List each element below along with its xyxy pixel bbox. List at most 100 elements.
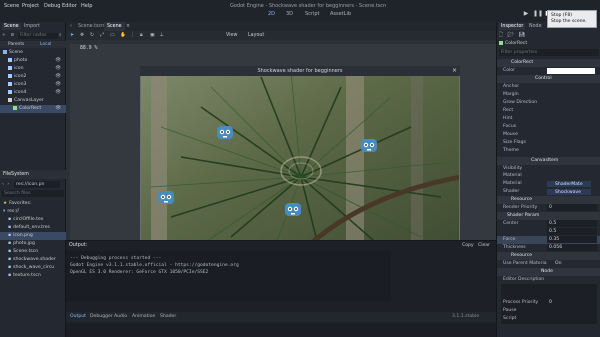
save-resource-icon[interactable]: 💾︎ <box>519 32 525 38</box>
pause-icon[interactable]: ❚❚ <box>533 10 543 18</box>
link-icon[interactable]: ⊘ <box>10 33 14 38</box>
layout-menu[interactable]: Layout <box>248 31 264 40</box>
view-menu[interactable]: View <box>226 31 237 40</box>
fs-file[interactable]: ▪ texture.tscn <box>0 272 66 280</box>
scene-tree-row[interactable]: icon 👁︎ <box>0 65 66 73</box>
prev-tab-icon[interactable]: ‹ <box>70 22 72 31</box>
visibility-eye-icon[interactable]: 👁︎ <box>55 58 61 63</box>
scale-tool-icon[interactable]: ⤢ <box>100 31 104 40</box>
property-filter-input[interactable]: Filter properties <box>499 49 599 56</box>
load-resource-icon[interactable]: 📂︎ <box>508 32 514 38</box>
forward-icon[interactable]: › <box>7 182 9 187</box>
workspace-3d[interactable]: 3D <box>286 11 293 17</box>
scene-filter-input[interactable]: Filter nodes <box>18 33 58 39</box>
bottom-tab-audio[interactable]: Audio <box>114 314 127 319</box>
scene-tree-row[interactable]: photo 👁︎ <box>0 57 66 65</box>
tab-scene-tscn[interactable]: Scene.tscn <box>78 22 104 31</box>
snap-icon[interactable]: ⋮ <box>130 31 135 40</box>
tab-scene-active[interactable]: Scene <box>104 22 125 31</box>
fs-file[interactable]: ▪ photo.jpg <box>0 240 66 248</box>
group-icon[interactable]: ▣ <box>150 31 155 40</box>
scene-tree-row[interactable]: CanvasLayer <box>0 97 66 105</box>
tab-import[interactable]: Import <box>22 23 42 30</box>
fs-file[interactable]: ▪ shockwave.shader <box>0 256 66 264</box>
section-resource-2[interactable]: Resource <box>497 252 600 260</box>
material-resource[interactable]: ShaderMate <box>547 181 591 187</box>
lock-icon[interactable]: 🔒︎ <box>140 31 143 40</box>
shader-resource[interactable]: Shockwave <box>547 189 591 195</box>
control-prop-group[interactable]: Mouse <box>497 131 600 139</box>
visibility-eye-icon[interactable]: 👁︎ <box>55 90 61 95</box>
fs-root-folder[interactable]: ▾ res:// <box>0 208 66 216</box>
fs-favorites[interactable]: ★ Favorites: <box>0 200 66 208</box>
control-prop-group[interactable]: Hint <box>497 115 600 123</box>
fs-file[interactable]: ▪ shock_wave_circu <box>0 264 66 272</box>
center-y-field[interactable]: 0.5 <box>547 228 597 235</box>
visibility-eye-icon[interactable]: 👁︎ <box>55 82 61 87</box>
scene-tree-row[interactable]: icon4 👁︎ <box>0 89 66 97</box>
add-node-icon[interactable]: + <box>2 33 6 38</box>
control-prop-group[interactable]: Grow Direction <box>497 99 600 107</box>
path-input[interactable]: res://icon.pn <box>14 181 60 188</box>
bottom-tab-debugger[interactable]: Debugger <box>90 314 113 319</box>
bottom-tab-output[interactable]: Output <box>70 314 86 319</box>
control-prop-group[interactable]: Rect <box>497 107 600 115</box>
thickness-field[interactable]: 0.056 <box>547 244 597 251</box>
workspace-2d[interactable]: 2D <box>268 11 275 17</box>
scene-tree-row[interactable]: icon3 👁︎ <box>0 81 66 89</box>
close-tab-icon[interactable]: × <box>126 22 130 31</box>
prop-script[interactable]: Script <box>497 315 600 323</box>
control-prop-group[interactable]: Theme <box>497 147 600 155</box>
section-shader-param[interactable]: Shader Param <box>497 212 600 220</box>
output-clear-button[interactable]: Clear <box>478 243 490 248</box>
move-tool-icon[interactable]: ✥ <box>80 31 84 40</box>
menu-project[interactable]: Project <box>22 3 39 9</box>
control-prop-group[interactable]: Anchor <box>497 83 600 91</box>
section-control[interactable]: Control <box>497 75 600 83</box>
control-prop-group[interactable]: Focus <box>497 123 600 131</box>
section-canvasitem[interactable]: CanvasItem <box>497 157 600 165</box>
output-copy-button[interactable]: Copy <box>462 243 474 248</box>
bottom-tab-animation[interactable]: Animation <box>132 314 155 319</box>
scene-tree-row[interactable]: ColorRect 👁︎ <box>0 105 66 113</box>
visibility-eye-icon[interactable]: 👁︎ <box>55 106 61 111</box>
prop-material-group[interactable]: Material <box>497 172 600 180</box>
tab-scene[interactable]: Scene <box>2 23 21 30</box>
select-tool-icon[interactable]: ➤ <box>70 31 74 40</box>
ruler-tool-icon[interactable]: ▭ <box>110 31 115 40</box>
use-parent-material-toggle[interactable]: On <box>555 260 562 268</box>
fs-file[interactable]: ▪ icon.png <box>0 232 66 240</box>
fs-file[interactable]: ▪ Scene.tscn <box>0 248 66 256</box>
control-prop-group[interactable]: Size Flags <box>497 139 600 147</box>
game-window-close-icon[interactable]: × <box>452 67 457 74</box>
parents-tab[interactable]: Parents <box>8 41 24 48</box>
control-prop-group[interactable]: Margin <box>497 91 600 99</box>
visibility-eye-icon[interactable]: 👁︎ <box>55 74 61 79</box>
section-resource[interactable]: Resource <box>497 196 600 204</box>
menu-editor[interactable]: Editor <box>62 3 77 9</box>
new-resource-icon[interactable]: 🗋︎ <box>499 32 503 38</box>
bone-icon[interactable]: ⟂ <box>160 31 163 40</box>
rotate-tool-icon[interactable]: ↻ <box>90 31 94 40</box>
prop-pause[interactable]: Pause <box>497 307 600 315</box>
output-log[interactable]: --- Debugging process started --- Godot … <box>66 251 391 301</box>
back-icon[interactable]: ‹ <box>2 182 4 187</box>
play-icon[interactable]: ▶ <box>522 10 530 18</box>
fs-file[interactable]: ▪ circlOffile.tex <box>0 216 66 224</box>
visibility-eye-icon[interactable]: 👁︎ <box>55 66 61 71</box>
pan-tool-icon[interactable]: ✋ <box>120 31 126 40</box>
section-colorrect[interactable]: ColorRect <box>497 59 600 67</box>
scene-tree-row[interactable]: Scene <box>0 49 66 57</box>
zoom-level[interactable]: 88.9 % <box>80 46 97 51</box>
workspace-script[interactable]: Script <box>305 11 320 17</box>
tab-node[interactable]: Node <box>527 23 544 30</box>
menu-debug[interactable]: Debug <box>44 3 60 9</box>
section-node[interactable]: Node <box>497 268 600 276</box>
fs-file[interactable]: ▪ default_env.tres <box>0 224 66 232</box>
tab-inspector[interactable]: Inspector <box>499 23 526 30</box>
menu-help[interactable]: Help <box>81 3 92 9</box>
bottom-tab-shader[interactable]: Shader <box>160 314 176 319</box>
color-swatch[interactable] <box>547 68 595 74</box>
menu-scene[interactable]: Scene <box>4 3 19 9</box>
center-x-field[interactable]: 0.5 <box>547 220 597 227</box>
